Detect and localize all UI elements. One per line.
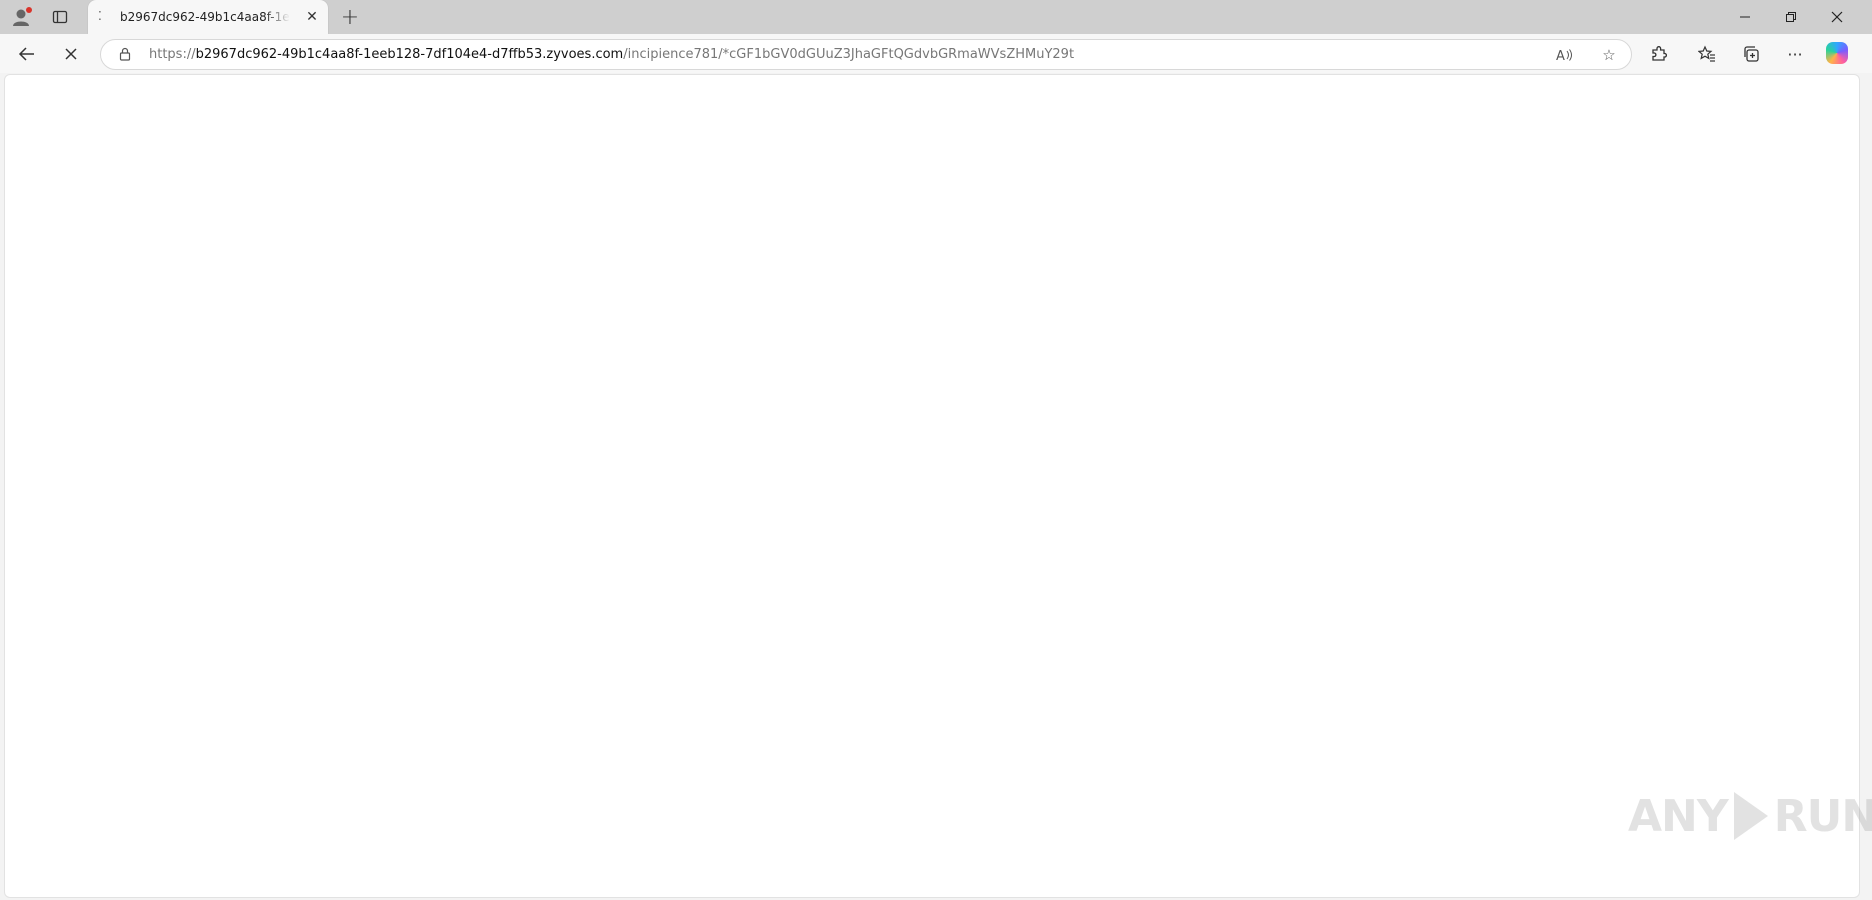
title-bar: ⁚ b2967dc962-49b1c4aa8f-1eeb128-7df104e4… xyxy=(0,0,1872,34)
url-text[interactable]: https://b2967dc962-49b1c4aa8f-1eeb128-7d… xyxy=(149,47,1529,62)
favorites-icon[interactable] xyxy=(1692,39,1722,69)
tab-title: b2967dc962-49b1c4aa8f-1eeb128-7df104e4-d… xyxy=(120,10,290,24)
minimize-icon[interactable] xyxy=(1722,0,1768,34)
profile-icon[interactable] xyxy=(8,4,36,30)
puzzle-icon[interactable] xyxy=(1644,39,1674,69)
tab-actions-icon[interactable] xyxy=(46,4,74,30)
watermark-text-left: ANY xyxy=(1628,790,1729,842)
url-path: /incipience781/*cGF1bGV0dGUuZ3JhaGFtQGdv… xyxy=(623,47,1075,62)
active-tab[interactable]: ⁚ b2967dc962-49b1c4aa8f-1eeb128-7df104e4… xyxy=(88,0,328,34)
star-icon[interactable]: ☆ xyxy=(1597,44,1621,66)
restore-icon[interactable] xyxy=(1768,0,1814,34)
svg-text:A: A xyxy=(1556,49,1565,63)
loading-spinner-icon: ⁚ xyxy=(98,9,102,23)
copilot-icon[interactable] xyxy=(1826,42,1848,64)
page-viewport xyxy=(4,74,1860,898)
close-icon[interactable] xyxy=(1814,0,1860,34)
read-aloud-icon[interactable]: A xyxy=(1553,44,1577,66)
stop-icon[interactable] xyxy=(56,39,86,69)
watermark-text-right: RUN xyxy=(1773,790,1872,842)
anyrun-watermark: ANY RUN xyxy=(1628,786,1872,846)
back-arrow-icon[interactable] xyxy=(12,39,42,69)
address-bar[interactable]: https://b2967dc962-49b1c4aa8f-1eeb128-7d… xyxy=(100,39,1632,70)
more-icon[interactable]: ··· xyxy=(1780,39,1810,69)
tab-close-icon[interactable]: ✕ xyxy=(302,7,322,27)
url-host: b2967dc962-49b1c4aa8f-1eeb128-7df104e4-d… xyxy=(195,47,624,62)
collections-icon[interactable] xyxy=(1736,39,1766,69)
browser-toolbar: https://b2967dc962-49b1c4aa8f-1eeb128-7d… xyxy=(0,34,1872,73)
play-icon xyxy=(1733,792,1768,840)
plus-icon[interactable]: + xyxy=(336,4,364,30)
url-scheme: https:// xyxy=(149,47,196,62)
lock-icon[interactable] xyxy=(117,46,133,62)
